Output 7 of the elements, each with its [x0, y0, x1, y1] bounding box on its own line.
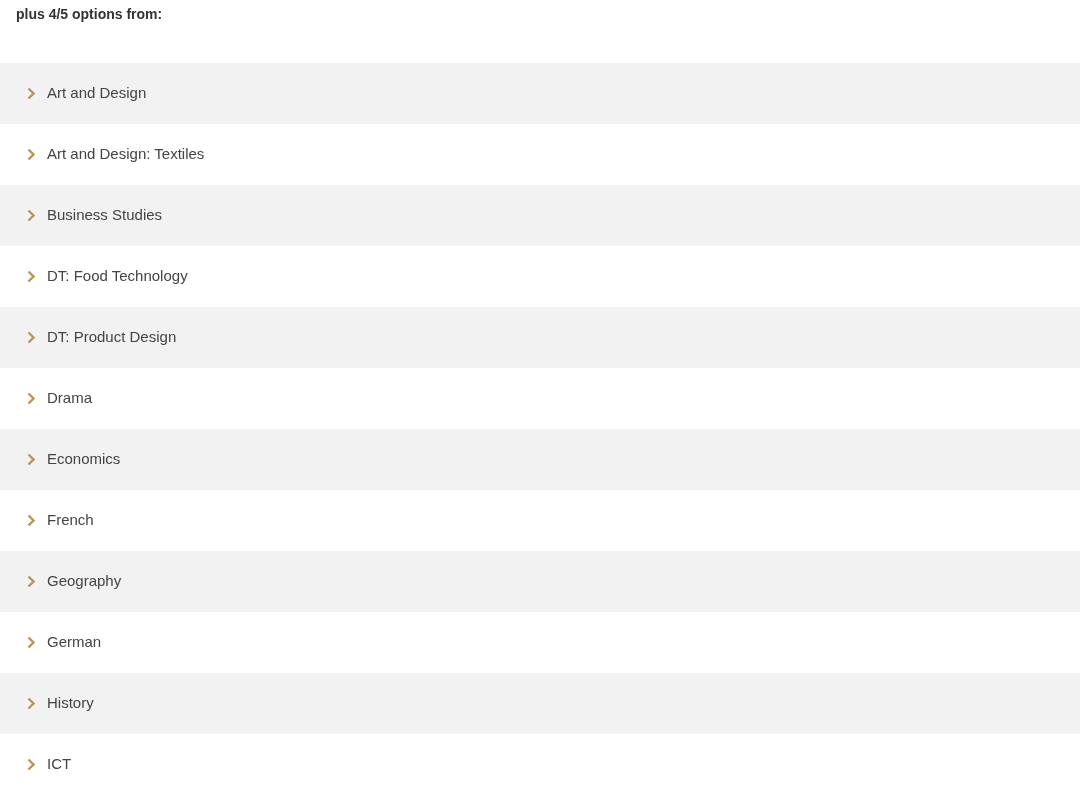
accordion-toggle[interactable]: DT: Product Design	[0, 307, 1080, 368]
accordion-toggle[interactable]: History	[0, 673, 1080, 734]
section-heading: plus 4/5 options from:	[15, 5, 164, 24]
accordion-toggle[interactable]: Business Studies	[0, 185, 1080, 246]
accordion-toggle[interactable]: Economics	[0, 429, 1080, 490]
accordion-toggle[interactable]: Geography	[0, 551, 1080, 612]
accordion-toggle[interactable]: Art and Design	[0, 63, 1080, 124]
